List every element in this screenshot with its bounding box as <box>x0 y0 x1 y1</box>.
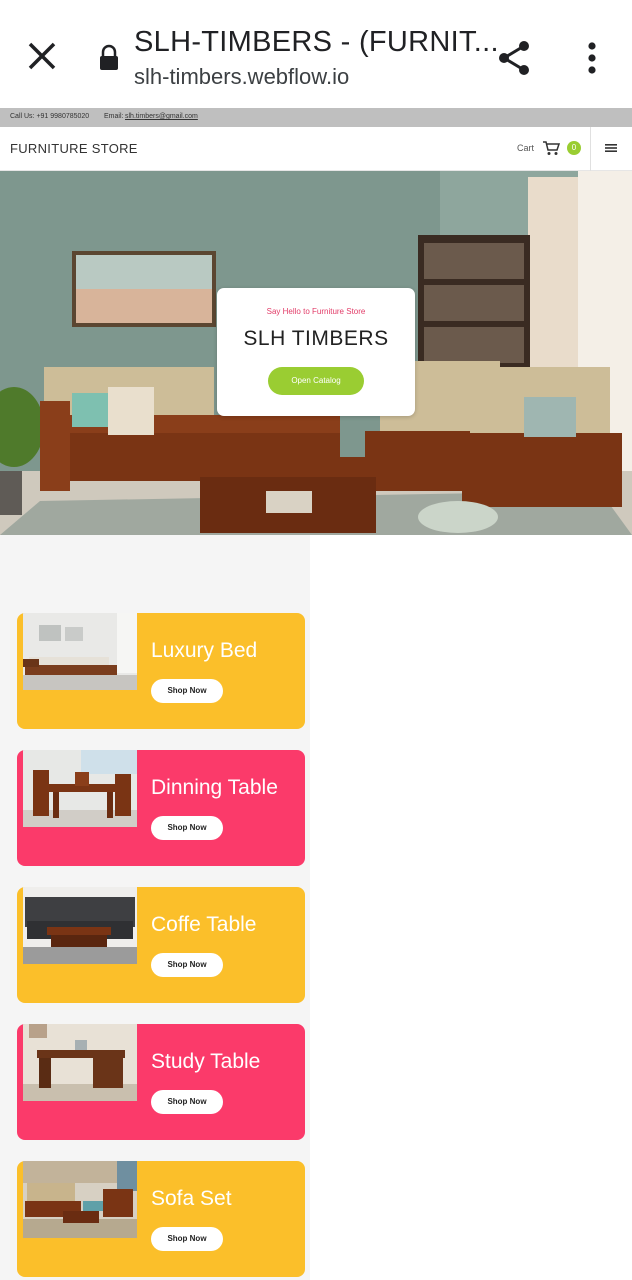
product-name: Luxury Bed <box>151 639 258 662</box>
shop-now-button[interactable]: Shop Now <box>151 1090 223 1114</box>
product-name: Study Table <box>151 1050 261 1073</box>
hero-banner: Say Hello to Furniture Store SLH TIMBERS… <box>0 171 632 535</box>
hamburger-menu-icon[interactable] <box>605 142 617 154</box>
hero-tagline: Say Hello to Furniture Store <box>266 307 366 316</box>
nav-divider <box>590 127 591 171</box>
shop-now-button[interactable]: Shop Now <box>151 953 223 977</box>
luxury-bed-image <box>23 613 137 690</box>
email-prefix: Email: <box>104 113 124 120</box>
email-link[interactable]: slh.timbers@gmail.com <box>125 113 198 120</box>
hero-card: Say Hello to Furniture Store SLH TIMBERS… <box>217 288 415 416</box>
page-title[interactable]: SLH-TIMBERS - (FURNIT... <box>134 26 499 59</box>
product-name: Coffe Table <box>151 913 257 936</box>
shop-now-button[interactable]: Shop Now <box>151 1227 223 1251</box>
call-text: Call Us: +91 9980785020 <box>10 113 90 120</box>
shop-now-button[interactable]: Shop Now <box>151 816 223 840</box>
more-vert-icon[interactable] <box>580 40 604 76</box>
product-card-sofa-set[interactable]: Sofa Set Shop Now <box>17 1161 305 1277</box>
product-list: Luxury Bed Shop Now Dinning Table Shop N… <box>0 535 310 1280</box>
dinning-table-image <box>23 750 137 827</box>
site-navbar: FURNITURE STORE Cart 0 <box>0 127 632 171</box>
sofa-set-image <box>23 1161 137 1238</box>
contact-bar: Call Us: +91 9980785020 Email: slh.timbe… <box>0 108 632 127</box>
open-catalog-button[interactable]: Open Catalog <box>268 367 364 395</box>
browser-toolbar: SLH-TIMBERS - (FURNIT... slh-timbers.web… <box>0 0 632 108</box>
product-card-luxury-bed[interactable]: Luxury Bed Shop Now <box>17 613 305 729</box>
hero-heading: SLH TIMBERS <box>243 327 389 350</box>
lock-icon <box>100 44 118 70</box>
cart-label[interactable]: Cart <box>517 143 534 153</box>
product-card-coffe-table[interactable]: Coffe Table Shop Now <box>17 887 305 1003</box>
product-card-dinning-table[interactable]: Dinning Table Shop Now <box>17 750 305 866</box>
cart-icon[interactable] <box>542 140 560 156</box>
product-name: Sofa Set <box>151 1187 232 1210</box>
study-table-image <box>23 1024 137 1101</box>
cart-count-badge: 0 <box>567 141 581 155</box>
coffe-table-image <box>23 887 137 964</box>
product-card-study-table[interactable]: Study Table Shop Now <box>17 1024 305 1140</box>
url-text[interactable]: slh-timbers.webflow.io <box>134 64 349 90</box>
share-icon[interactable] <box>494 38 534 78</box>
close-icon[interactable] <box>22 36 62 76</box>
shop-now-button[interactable]: Shop Now <box>151 679 223 703</box>
brand-logo[interactable]: FURNITURE STORE <box>10 141 138 156</box>
product-name: Dinning Table <box>151 776 278 799</box>
